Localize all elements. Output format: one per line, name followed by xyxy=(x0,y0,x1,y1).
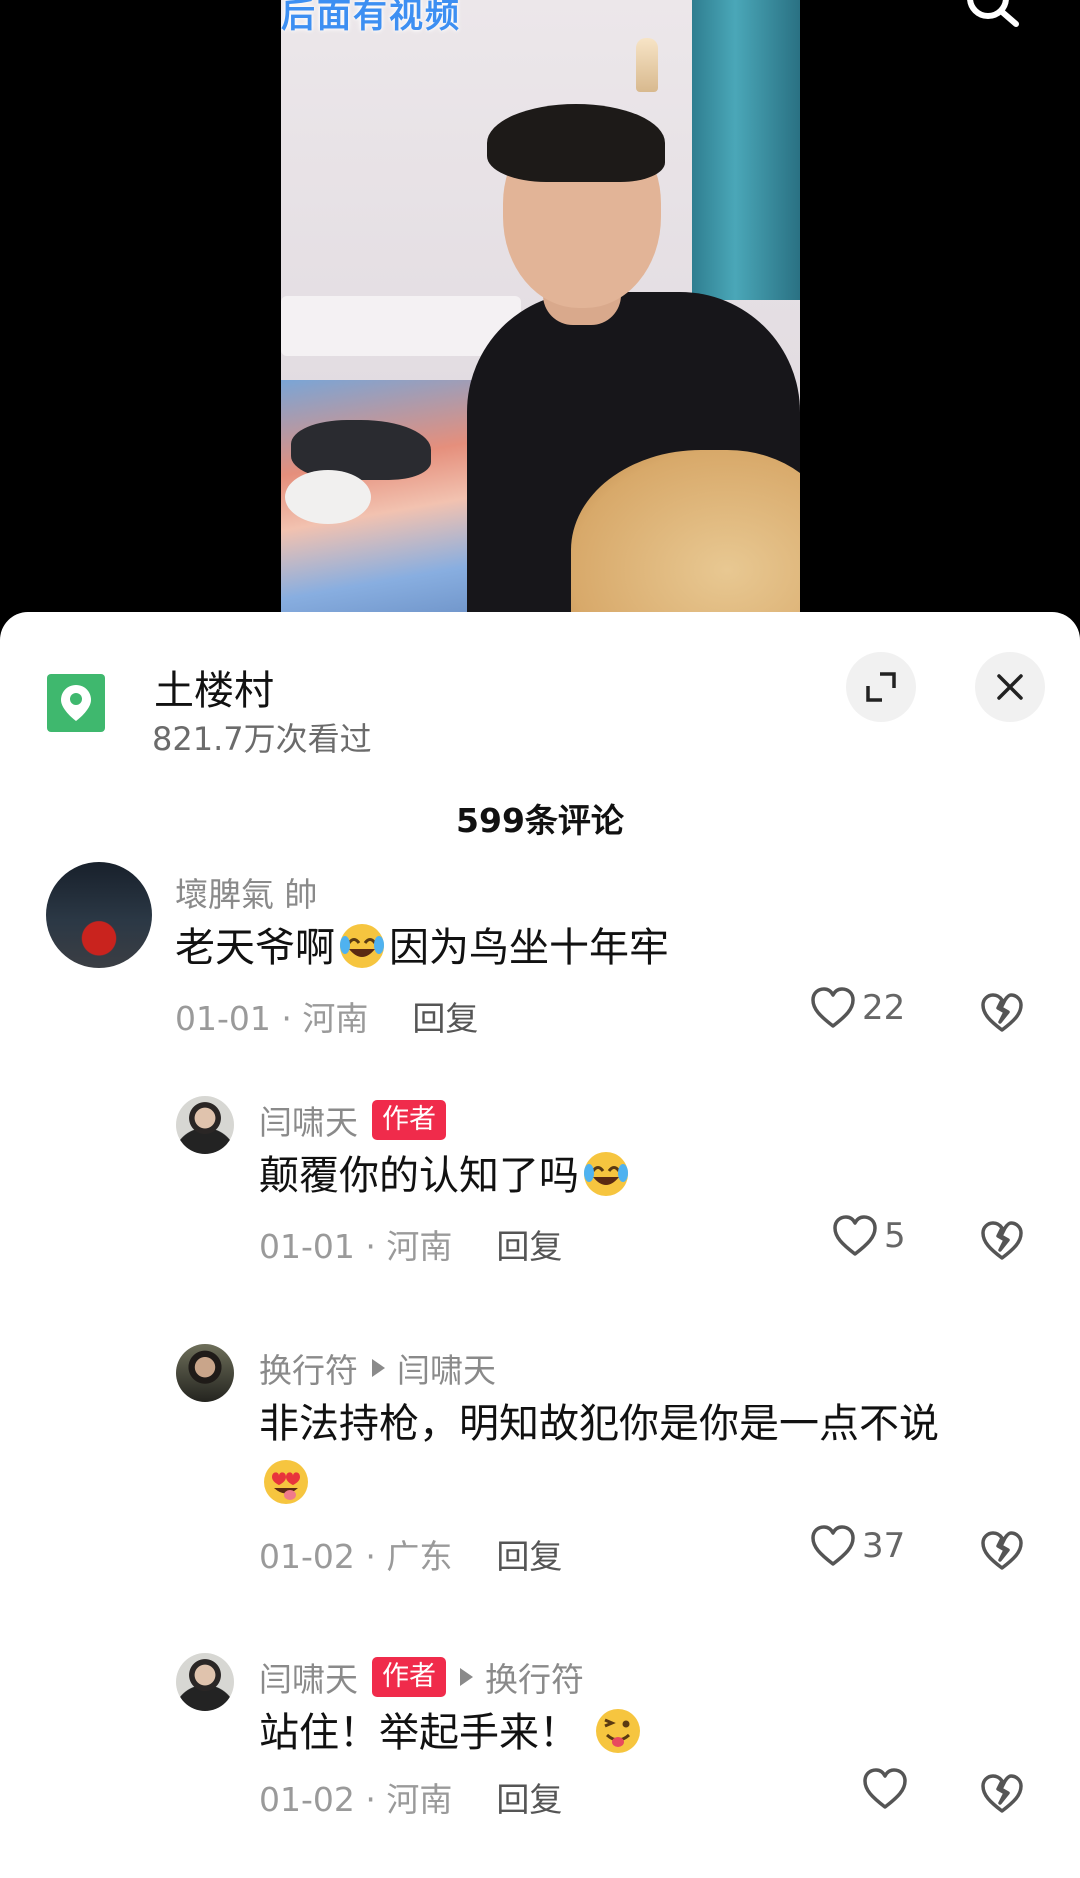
author-badge: 作者 xyxy=(372,1657,446,1697)
avatar[interactable] xyxy=(46,862,152,968)
dislike-button[interactable] xyxy=(980,1530,1024,1576)
broken-heart-icon xyxy=(981,1531,1023,1570)
comment-region: 河南 xyxy=(386,1227,453,1266)
laughing-tears-emoji-icon xyxy=(340,924,384,968)
comment-username[interactable]: 闫啸天 xyxy=(259,1096,358,1144)
view-count: 821.7万次看过 xyxy=(152,720,372,758)
comment-text: 非法持枪，明知故犯你是你是一点不说 xyxy=(259,1394,1019,1514)
location-pin-icon[interactable] xyxy=(47,674,105,732)
comment-meta: 01-02 · 河南 回复 xyxy=(259,1780,563,1819)
like-button[interactable] xyxy=(862,1767,914,1811)
like-count: 5 xyxy=(884,1216,906,1256)
video-frame[interactable]: 后面有视频 xyxy=(281,0,800,612)
comments-sheet: 土楼村 821.7万次看过 599条评论 壞脾氣 帥 老天爷啊 因为鸟坐十年牢 0… xyxy=(0,612,1080,1878)
comment-meta: 01-01 · 河南 回复 xyxy=(175,999,479,1038)
comment-meta: 01-01 · 河南 回复 xyxy=(259,1227,563,1266)
comment-username[interactable]: 壞脾氣 帥 xyxy=(175,868,318,916)
search-icon xyxy=(967,0,1019,27)
comment-text-part: 非法持枪，明知故犯你是你是一点不说 xyxy=(259,1401,939,1447)
avatar[interactable] xyxy=(176,1096,234,1154)
reply-to-username[interactable]: 换行符 xyxy=(485,1653,584,1701)
comment-text-part: 因为鸟坐十年牢 xyxy=(389,925,669,971)
video-wall-lamp xyxy=(636,38,658,92)
comment-user-line: 闫啸天 作者 换行符 xyxy=(259,1653,584,1701)
broken-heart-icon xyxy=(981,1221,1023,1260)
comment-count: 599条评论 xyxy=(456,801,624,840)
comment-date: 01-02 xyxy=(259,1537,355,1576)
comment-region: 河南 xyxy=(386,1780,453,1819)
comment-text: 老天爷啊 因为鸟坐十年牢 xyxy=(175,918,995,978)
dislike-button[interactable] xyxy=(980,1220,1024,1266)
comment-text: 颠覆你的认知了吗 xyxy=(259,1146,1079,1206)
expand-button[interactable] xyxy=(846,652,916,722)
reply-button[interactable]: 回复 xyxy=(496,1780,562,1819)
like-button[interactable]: 5 xyxy=(832,1214,906,1258)
heart-outline-icon xyxy=(833,1215,877,1256)
broken-heart-icon xyxy=(981,1774,1023,1813)
reply-to-username[interactable]: 闫啸天 xyxy=(397,1344,496,1392)
like-button[interactable]: 22 xyxy=(810,986,905,1030)
location-title[interactable]: 土楼村 xyxy=(154,658,274,716)
comment-date: 01-01 xyxy=(259,1227,355,1266)
comment-meta: 01-02 · 广东 回复 xyxy=(259,1537,563,1576)
comment-date: 01-02 xyxy=(259,1780,355,1819)
expand-icon xyxy=(866,672,896,702)
comment-text-part: 站住！举起手来！ xyxy=(259,1710,579,1756)
comment-user-line: 闫啸天 作者 xyxy=(259,1096,446,1144)
comment-text-part: 颠覆你的认知了吗 xyxy=(259,1153,579,1199)
comment-username[interactable]: 闫啸天 xyxy=(259,1653,358,1701)
reply-button[interactable]: 回复 xyxy=(496,1227,562,1266)
reply-button[interactable]: 回复 xyxy=(412,999,478,1038)
video-player[interactable]: 后面有视频 xyxy=(0,0,1080,640)
close-icon xyxy=(997,674,1023,700)
heart-outline-icon xyxy=(863,1768,907,1809)
comment-region: 广东 xyxy=(386,1537,453,1576)
like-count: 22 xyxy=(862,988,906,1028)
dislike-button[interactable] xyxy=(980,1773,1024,1819)
author-badge: 作者 xyxy=(372,1100,446,1140)
comment-region: 河南 xyxy=(302,999,369,1038)
comment-username[interactable]: 换行符 xyxy=(259,1344,358,1392)
reply-button[interactable]: 回复 xyxy=(496,1537,562,1576)
video-curtain xyxy=(692,0,800,300)
heart-eyes-tongue-emoji-icon xyxy=(264,1460,308,1504)
comment-text-part: 老天爷啊 xyxy=(175,925,335,971)
like-button[interactable]: 37 xyxy=(810,1524,905,1568)
heart-outline-icon xyxy=(811,1525,855,1566)
location-pin-glyph xyxy=(61,685,91,721)
laughing-tears-emoji-icon xyxy=(584,1152,628,1196)
search-button[interactable] xyxy=(958,0,1028,36)
avatar[interactable] xyxy=(176,1653,234,1711)
reply-arrow-icon xyxy=(372,1359,385,1377)
avatar[interactable] xyxy=(176,1344,234,1402)
broken-heart-icon xyxy=(981,993,1023,1032)
comment-text: 站住！举起手来！ xyxy=(259,1703,1079,1763)
video-cat xyxy=(285,470,371,524)
dislike-button[interactable] xyxy=(980,992,1024,1038)
comment-date: 01-01 xyxy=(175,999,271,1038)
video-person-hair xyxy=(487,104,665,182)
heart-outline-icon xyxy=(811,987,855,1028)
like-count: 37 xyxy=(862,1526,906,1566)
video-overlay-text: 后面有视频 xyxy=(281,0,461,36)
comment-user-line: 换行符 闫啸天 xyxy=(259,1344,496,1392)
close-button[interactable] xyxy=(975,652,1045,722)
wink-tongue-emoji-icon xyxy=(596,1709,640,1753)
reply-arrow-icon xyxy=(460,1668,473,1686)
